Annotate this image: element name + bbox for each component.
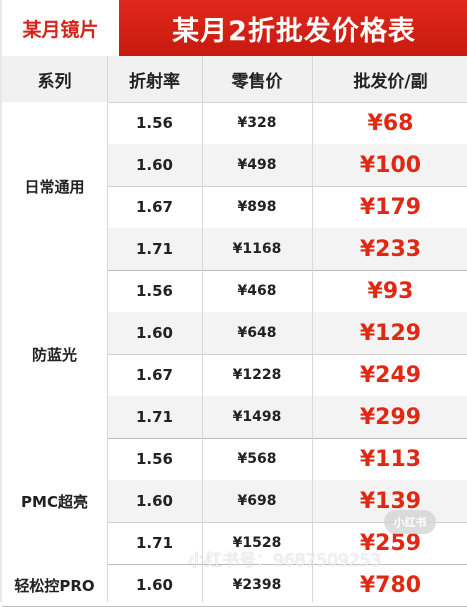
table-row: 1.67 ¥1228 ¥249 — [107, 354, 467, 396]
wholesale-price-cell: ¥68 — [367, 110, 414, 136]
table-row: 1.56 ¥568 ¥113 — [107, 438, 467, 480]
header: 某月镜片 某月2折批发价格表 — [2, 0, 467, 56]
table-row: 1.60 ¥498 ¥100 — [107, 144, 467, 186]
price-table-page: 某月镜片 某月2折批发价格表 系列 折射率 零售价 批发价/副 日常通用 1.56… — [0, 0, 467, 607]
wholesale-price-cell: ¥129 — [359, 320, 422, 346]
series-label: PMC超亮 — [2, 438, 107, 564]
column-header-series: 系列 — [37, 71, 72, 92]
table-row: 1.60 ¥648 ¥129 — [107, 312, 467, 354]
refractive-index-cell: 1.67 — [135, 198, 173, 216]
retail-price-cell: ¥1228 — [232, 367, 282, 383]
series-label: 防蓝光 — [2, 270, 107, 438]
refractive-index-cell: 1.71 — [135, 240, 173, 258]
retail-price-cell: ¥498 — [237, 157, 277, 173]
column-divider — [202, 56, 203, 602]
watermark-logo: 小红书 — [384, 510, 436, 534]
refractive-index-cell: 1.56 — [135, 450, 173, 468]
wholesale-price-cell: ¥113 — [359, 446, 422, 472]
page-title: 某月2折批发价格表 — [119, 0, 467, 56]
column-header-index: 折射率 — [129, 71, 180, 92]
column-header-retail: 零售价 — [231, 71, 283, 92]
refractive-index-cell: 1.60 — [135, 324, 173, 342]
refractive-index-cell: 1.71 — [135, 408, 173, 426]
wholesale-price-cell: ¥100 — [359, 152, 422, 178]
wholesale-price-cell: ¥299 — [359, 404, 422, 430]
table-row: 1.71 ¥1498 ¥299 — [107, 396, 467, 438]
column-header-row: 系列 折射率 零售价 批发价/副 — [2, 56, 467, 103]
retail-price-cell: ¥898 — [237, 199, 277, 215]
refractive-index-cell: 1.56 — [135, 114, 173, 132]
refractive-index-cell: 1.60 — [135, 156, 173, 174]
series-label: 轻松控PRO — [2, 564, 107, 606]
refractive-index-cell: 1.67 — [135, 366, 173, 384]
retail-price-cell: ¥468 — [237, 283, 277, 299]
refractive-index-cell: 1.56 — [135, 282, 173, 300]
column-header-wholesale: 批发价/副 — [353, 71, 428, 92]
retail-price-cell: ¥328 — [237, 115, 277, 131]
table-row: 1.67 ¥898 ¥179 — [107, 186, 467, 228]
retail-price-cell: ¥1498 — [232, 409, 282, 425]
column-divider — [107, 56, 108, 602]
wholesale-price-cell: ¥179 — [359, 194, 422, 220]
retail-price-cell: ¥648 — [237, 325, 277, 341]
table-row: 1.56 ¥468 ¥93 — [107, 270, 467, 312]
wholesale-price-cell: ¥233 — [359, 236, 422, 262]
retail-price-cell: ¥1168 — [232, 241, 282, 257]
table-row: 1.56 ¥328 ¥68 — [107, 102, 467, 144]
retail-price-cell: ¥568 — [237, 451, 277, 467]
watermark-text: 小红书号：9687509253 — [188, 551, 382, 571]
series-label: 日常通用 — [2, 102, 107, 270]
table-row: 1.71 ¥1168 ¥233 — [107, 228, 467, 270]
column-divider — [312, 56, 313, 602]
retail-price-cell: ¥698 — [237, 493, 277, 509]
wholesale-price-cell: ¥249 — [359, 362, 422, 388]
wholesale-price-cell: ¥93 — [367, 278, 414, 304]
brand-name: 某月镜片 — [2, 0, 119, 56]
refractive-index-cell: 1.60 — [135, 492, 173, 510]
